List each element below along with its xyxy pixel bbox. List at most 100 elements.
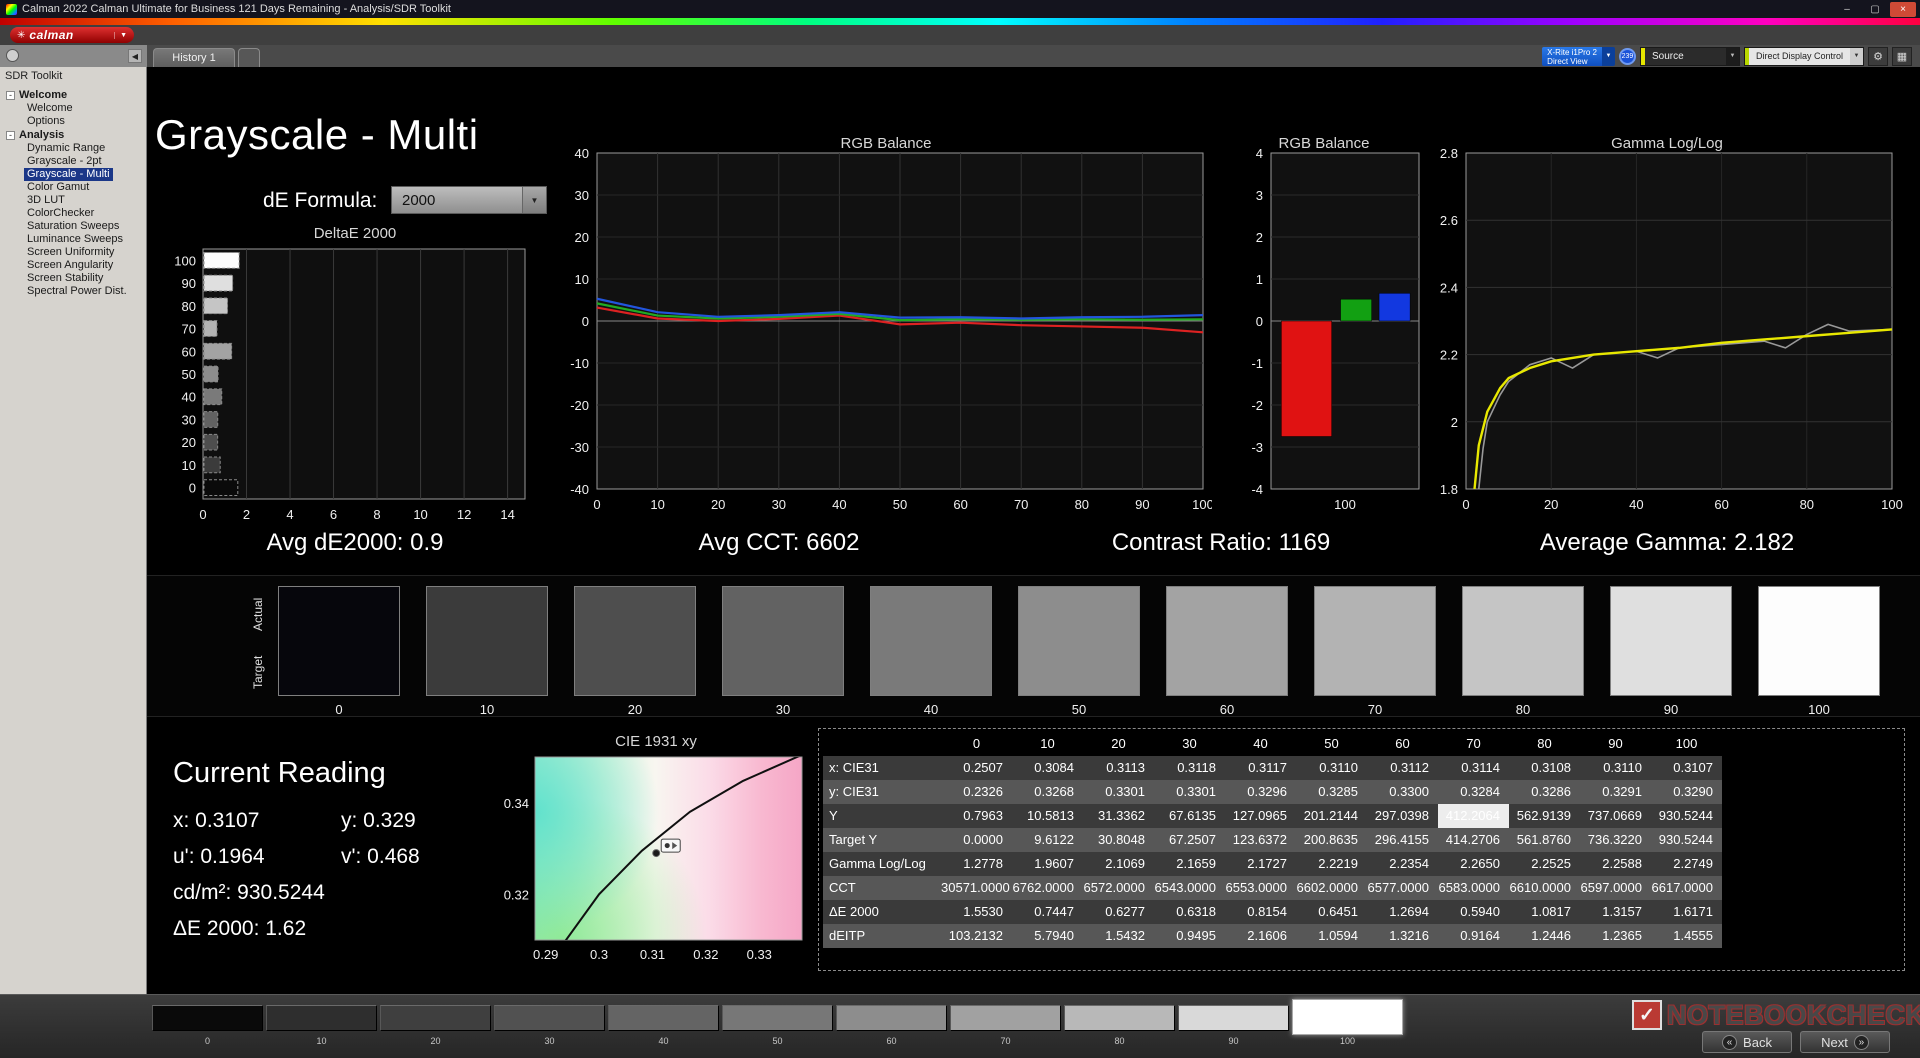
table-cell[interactable]: 0.3301: [1083, 780, 1154, 804]
pattern-step-50[interactable]: [722, 1005, 833, 1031]
gear-icon[interactable]: ⚙: [1868, 47, 1888, 66]
table-cell[interactable]: 0.6277: [1083, 900, 1154, 924]
table-cell[interactable]: 736.3220: [1580, 828, 1651, 852]
table-cell[interactable]: 2.2588: [1580, 852, 1651, 876]
table-cell[interactable]: 0.3296: [1225, 780, 1296, 804]
sidebar-item-color-gamut[interactable]: Color Gamut: [24, 181, 92, 194]
sidebar-item-dynamic-range[interactable]: Dynamic Range: [24, 142, 108, 155]
table-cell[interactable]: 1.6171: [1651, 900, 1722, 924]
table-cell[interactable]: 561.8760: [1509, 828, 1580, 852]
pattern-step-70[interactable]: [950, 1005, 1061, 1031]
table-cell[interactable]: 0.3110: [1580, 756, 1651, 780]
table-cell[interactable]: 562.9139: [1509, 804, 1580, 828]
table-cell[interactable]: 297.0398: [1367, 804, 1438, 828]
table-cell[interactable]: 1.3157: [1580, 900, 1651, 924]
table-cell[interactable]: 10.5813: [1012, 804, 1083, 828]
table-cell[interactable]: 6602.0000: [1296, 876, 1367, 900]
table-cell[interactable]: 6597.0000: [1580, 876, 1651, 900]
table-cell[interactable]: 0.3300: [1367, 780, 1438, 804]
table-cell[interactable]: 0.2507: [941, 756, 1012, 780]
table-cell[interactable]: 200.8635: [1296, 828, 1367, 852]
sidebar-item-grayscale-multi[interactable]: Grayscale - Multi: [24, 168, 113, 181]
table-cell[interactable]: 0.3301: [1154, 780, 1225, 804]
table-cell[interactable]: 0.3285: [1296, 780, 1367, 804]
sidebar-item-colorchecker[interactable]: ColorChecker: [24, 207, 97, 220]
table-cell[interactable]: 0.3291: [1580, 780, 1651, 804]
table-cell[interactable]: 6610.0000: [1509, 876, 1580, 900]
table-cell[interactable]: 2.2650: [1438, 852, 1509, 876]
table-cell[interactable]: 2.2525: [1509, 852, 1580, 876]
sidebar-item-grayscale-2pt[interactable]: Grayscale - 2pt: [24, 155, 105, 168]
sidebar-item-3d-lut[interactable]: 3D LUT: [24, 194, 68, 207]
table-cell[interactable]: 2.1727: [1225, 852, 1296, 876]
table-cell[interactable]: 1.0594: [1296, 924, 1367, 948]
table-cell[interactable]: 6572.0000: [1083, 876, 1154, 900]
table-cell[interactable]: 67.2507: [1154, 828, 1225, 852]
pattern-step-60[interactable]: [836, 1005, 947, 1031]
table-cell[interactable]: 0.5940: [1438, 900, 1509, 924]
table-cell[interactable]: 1.2365: [1580, 924, 1651, 948]
table-cell[interactable]: 1.9607: [1012, 852, 1083, 876]
table-cell[interactable]: 0.0000: [941, 828, 1012, 852]
sidebar-item-spectral-power-dist-[interactable]: Spectral Power Dist.: [24, 285, 130, 298]
table-cell[interactable]: 5.7940: [1012, 924, 1083, 948]
table-cell[interactable]: 0.7963: [941, 804, 1012, 828]
table-cell[interactable]: 0.2326: [941, 780, 1012, 804]
table-cell[interactable]: 6583.0000: [1438, 876, 1509, 900]
table-cell[interactable]: 0.9495: [1154, 924, 1225, 948]
table-cell[interactable]: 0.3118: [1154, 756, 1225, 780]
layout-grid-icon[interactable]: ▦: [1892, 47, 1912, 66]
de-formula-select[interactable]: 2000 ▼: [391, 186, 547, 214]
table-cell[interactable]: 412.2064: [1438, 804, 1509, 828]
pattern-step-0[interactable]: [152, 1005, 263, 1031]
table-cell[interactable]: 1.2446: [1509, 924, 1580, 948]
table-cell[interactable]: 2.1069: [1083, 852, 1154, 876]
collapse-expander-icon[interactable]: -: [6, 91, 15, 100]
new-tab-button[interactable]: [238, 48, 260, 67]
table-cell[interactable]: 6617.0000: [1651, 876, 1722, 900]
pattern-step-20[interactable]: [380, 1005, 491, 1031]
sidebar-item-screen-angularity[interactable]: Screen Angularity: [24, 259, 116, 272]
table-cell[interactable]: 0.3107: [1651, 756, 1722, 780]
table-cell[interactable]: 1.2778: [941, 852, 1012, 876]
calman-menu-button[interactable]: ✳ calman ▼: [10, 27, 134, 43]
meter-selector[interactable]: X-Rite i1Pro 2 Direct View ▼: [1542, 47, 1615, 66]
sidebar-collapse-button[interactable]: ◀: [128, 49, 142, 63]
table-cell[interactable]: 1.5530: [941, 900, 1012, 924]
table-cell[interactable]: 0.3286: [1509, 780, 1580, 804]
table-cell[interactable]: 127.0965: [1225, 804, 1296, 828]
table-cell[interactable]: 0.3113: [1083, 756, 1154, 780]
table-cell[interactable]: 123.6372: [1225, 828, 1296, 852]
table-cell[interactable]: 0.3084: [1012, 756, 1083, 780]
table-cell[interactable]: 0.7447: [1012, 900, 1083, 924]
table-cell[interactable]: 930.5244: [1651, 828, 1722, 852]
table-cell[interactable]: 2.2219: [1296, 852, 1367, 876]
table-cell[interactable]: 0.3114: [1438, 756, 1509, 780]
table-cell[interactable]: 9.6122: [1012, 828, 1083, 852]
table-cell[interactable]: 0.6451: [1296, 900, 1367, 924]
table-cell[interactable]: 6553.0000: [1225, 876, 1296, 900]
table-cell[interactable]: 6543.0000: [1154, 876, 1225, 900]
sidebar-item-screen-stability[interactable]: Screen Stability: [24, 272, 106, 285]
sidebar-item-luminance-sweeps[interactable]: Luminance Sweeps: [24, 233, 126, 246]
table-cell[interactable]: 1.5432: [1083, 924, 1154, 948]
table-cell[interactable]: 1.2694: [1367, 900, 1438, 924]
table-cell[interactable]: 1.0817: [1509, 900, 1580, 924]
table-cell[interactable]: 2.1659: [1154, 852, 1225, 876]
close-button[interactable]: ×: [1890, 2, 1916, 17]
tree-group-welcome[interactable]: -Welcome: [0, 88, 146, 102]
collapse-expander-icon[interactable]: -: [6, 131, 15, 140]
table-cell[interactable]: 30.8048: [1083, 828, 1154, 852]
sidebar-item-options[interactable]: Options: [24, 115, 68, 128]
table-cell[interactable]: 201.2144: [1296, 804, 1367, 828]
source-selector[interactable]: Source ▼: [1640, 47, 1740, 66]
table-cell[interactable]: 414.2706: [1438, 828, 1509, 852]
table-cell[interactable]: 31.3362: [1083, 804, 1154, 828]
minimize-button[interactable]: –: [1834, 2, 1860, 17]
sidebar-item-welcome[interactable]: Welcome: [24, 102, 76, 115]
pattern-step-80[interactable]: [1064, 1005, 1175, 1031]
pattern-step-90[interactable]: [1178, 1005, 1289, 1031]
table-cell[interactable]: 67.6135: [1154, 804, 1225, 828]
table-cell[interactable]: 0.3110: [1296, 756, 1367, 780]
table-cell[interactable]: 0.9164: [1438, 924, 1509, 948]
